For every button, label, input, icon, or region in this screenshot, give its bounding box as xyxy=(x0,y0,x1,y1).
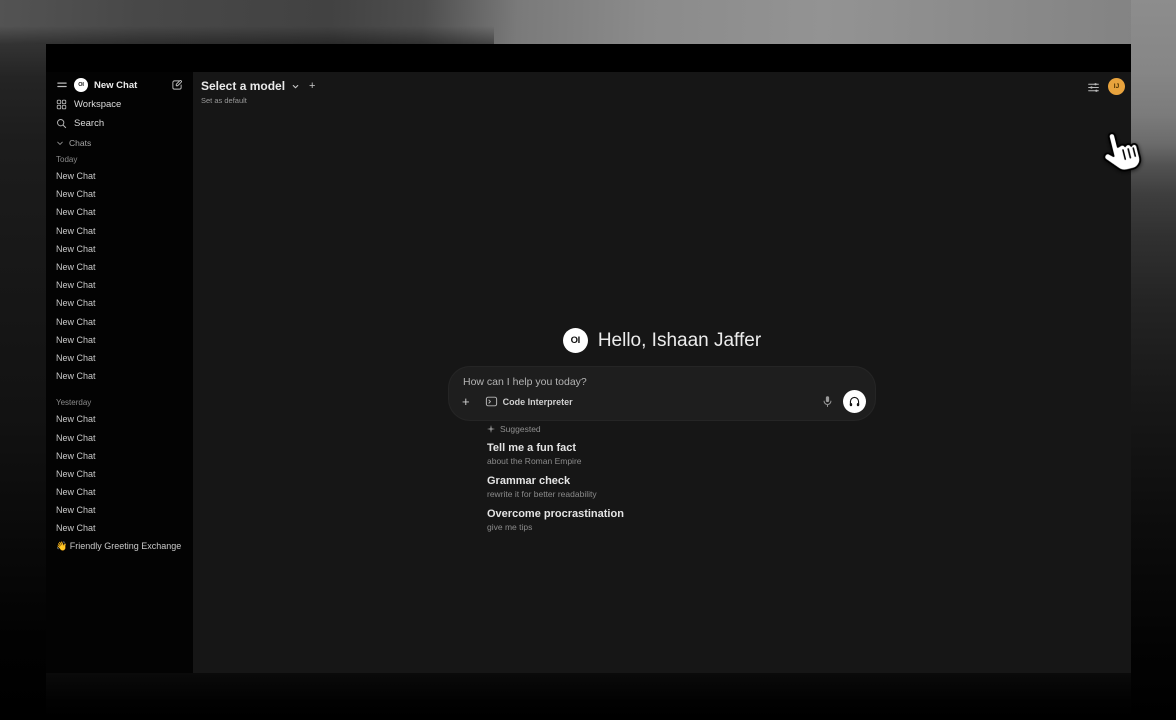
add-model-button[interactable]: + xyxy=(309,80,315,92)
chat-title: New Chat xyxy=(56,317,96,327)
new-chat-icon[interactable] xyxy=(171,79,183,91)
sidebar-toggle-icon[interactable] xyxy=(56,79,68,91)
search-icon xyxy=(56,118,67,129)
code-interpreter-label: Code Interpreter xyxy=(503,397,573,407)
chat-list-item[interactable]: New Chat xyxy=(46,367,193,385)
suggested-prompt-title: Grammar check xyxy=(487,475,917,487)
app-window: OI New Chat Workspace Searc xyxy=(46,44,1131,673)
chat-group-label-today: Today xyxy=(46,153,193,165)
chat-title: New Chat xyxy=(56,505,96,515)
sidebar-title: New Chat xyxy=(94,80,165,91)
chat-list-item[interactable]: New Chat xyxy=(46,185,193,203)
chevron-down-icon xyxy=(56,139,64,147)
chat-title: New Chat xyxy=(56,371,96,381)
suggested-prompt-title: Tell me a fun fact xyxy=(487,442,917,454)
suggested-prompt-title: Overcome procrastination xyxy=(487,508,917,520)
attach-plus-button[interactable]: + xyxy=(462,395,470,408)
chat-list-item[interactable]: New Chat xyxy=(46,331,193,349)
chat-title: New Chat xyxy=(56,523,96,533)
chat-list-item[interactable]: New Chat xyxy=(46,313,193,331)
chat-list-item[interactable]: New Chat xyxy=(46,410,193,428)
chat-list-item[interactable]: New Chat xyxy=(46,240,193,258)
chat-list-item[interactable]: New Chat xyxy=(46,349,193,367)
chat-title: New Chat xyxy=(56,226,96,236)
desktop-backdrop-left xyxy=(0,44,46,720)
suggested-list: Tell me a fun fact about the Roman Empir… xyxy=(487,442,917,532)
voice-mode-button[interactable] xyxy=(843,390,866,413)
message-composer: + Code Interpreter xyxy=(448,366,876,421)
suggested-prompt[interactable]: Tell me a fun fact about the Roman Empir… xyxy=(487,442,917,466)
code-interpreter-toggle[interactable]: Code Interpreter xyxy=(485,395,573,408)
message-input[interactable] xyxy=(463,376,815,391)
window-titlebar xyxy=(46,44,1131,72)
suggested-prompt-subtitle: rewrite it for better readability xyxy=(487,489,917,499)
desktop-backdrop-right xyxy=(1131,0,1176,720)
chat-title: New Chat xyxy=(56,280,96,290)
sidebar-item-search[interactable]: Search xyxy=(46,114,193,133)
chat-title: New Chat xyxy=(56,414,96,424)
chat-list-yesterday: New Chat New Chat New Chat New Chat New … xyxy=(46,410,193,556)
sidebar: OI New Chat Workspace Searc xyxy=(46,72,193,673)
chats-section-toggle[interactable]: Chats xyxy=(46,136,193,150)
desktop-backdrop-bottom xyxy=(46,673,1131,720)
chat-list-item[interactable]: New Chat xyxy=(46,167,193,185)
user-avatar[interactable]: IJ xyxy=(1108,78,1125,95)
chat-list-item[interactable]: New Chat xyxy=(46,294,193,312)
chat-title: New Chat xyxy=(56,433,96,443)
greeting-text: Hello, Ishaan Jaffer xyxy=(598,330,761,352)
suggested-prompt[interactable]: Grammar check rewrite it for better read… xyxy=(487,475,917,499)
headphones-icon xyxy=(848,395,861,408)
chat-title: New Chat xyxy=(56,189,96,199)
suggested-prompt[interactable]: Overcome procrastination give me tips xyxy=(487,508,917,532)
chat-list-item[interactable]: New Chat xyxy=(46,428,193,446)
suggested-label: Suggested xyxy=(500,424,541,434)
chat-title: New Chat xyxy=(56,487,96,497)
sparkle-icon xyxy=(487,425,495,433)
chat-title: New Chat xyxy=(56,469,96,479)
chat-list-item[interactable]: 👋 Friendly Greeting Exchange xyxy=(46,538,193,556)
app-logo-icon: OI xyxy=(74,78,88,92)
suggested-prompt-subtitle: about the Roman Empire xyxy=(487,456,917,466)
chat-title: New Chat xyxy=(56,262,96,272)
desktop-backdrop-top xyxy=(0,0,1176,44)
chat-list-item[interactable]: New Chat xyxy=(46,501,193,519)
app-logo-icon: OI xyxy=(563,328,588,353)
main-area: Select a model + Set as default IJ OI He… xyxy=(193,72,1131,673)
chat-list-item[interactable]: New Chat xyxy=(46,203,193,221)
chat-list-item[interactable]: New Chat xyxy=(46,222,193,240)
model-selector-label: Select a model xyxy=(201,79,285,93)
workspace-grid-icon xyxy=(56,99,67,110)
chats-section-label: Chats xyxy=(69,138,91,148)
chat-title: New Chat xyxy=(56,207,96,217)
chat-title: 👋 Friendly Greeting Exchange xyxy=(56,541,181,552)
chat-list-item[interactable]: New Chat xyxy=(46,258,193,276)
microphone-icon[interactable] xyxy=(821,395,834,408)
chat-group-label-yesterday: Yesterday xyxy=(46,396,193,408)
chat-list-item[interactable]: New Chat xyxy=(46,519,193,537)
suggested-prompt-subtitle: give me tips xyxy=(487,522,917,532)
model-selector[interactable]: Select a model + xyxy=(201,79,315,93)
chat-list-item[interactable]: New Chat xyxy=(46,447,193,465)
code-interpreter-icon xyxy=(485,395,498,408)
sidebar-item-label: Workspace xyxy=(74,99,121,110)
chevron-down-icon xyxy=(291,82,300,91)
chat-list-today: New Chat New Chat New Chat New Chat New … xyxy=(46,167,193,385)
screen: OI New Chat Workspace Searc xyxy=(0,0,1176,720)
suggested-prompts: Suggested Tell me a fun fact about the R… xyxy=(487,424,917,541)
chat-list-item[interactable]: New Chat xyxy=(46,465,193,483)
chat-title: New Chat xyxy=(56,244,96,254)
chat-title: New Chat xyxy=(56,353,96,363)
controls-sliders-icon[interactable] xyxy=(1087,81,1100,94)
chat-list-item[interactable]: New Chat xyxy=(46,276,193,294)
chat-list-item[interactable]: New Chat xyxy=(46,483,193,501)
chat-title: New Chat xyxy=(56,298,96,308)
chat-title: New Chat xyxy=(56,171,96,181)
sidebar-item-workspace[interactable]: Workspace xyxy=(46,95,193,114)
chat-title: New Chat xyxy=(56,451,96,461)
chat-title: New Chat xyxy=(56,335,96,345)
set-as-default-button[interactable]: Set as default xyxy=(201,96,247,105)
sidebar-item-label: Search xyxy=(74,118,104,129)
